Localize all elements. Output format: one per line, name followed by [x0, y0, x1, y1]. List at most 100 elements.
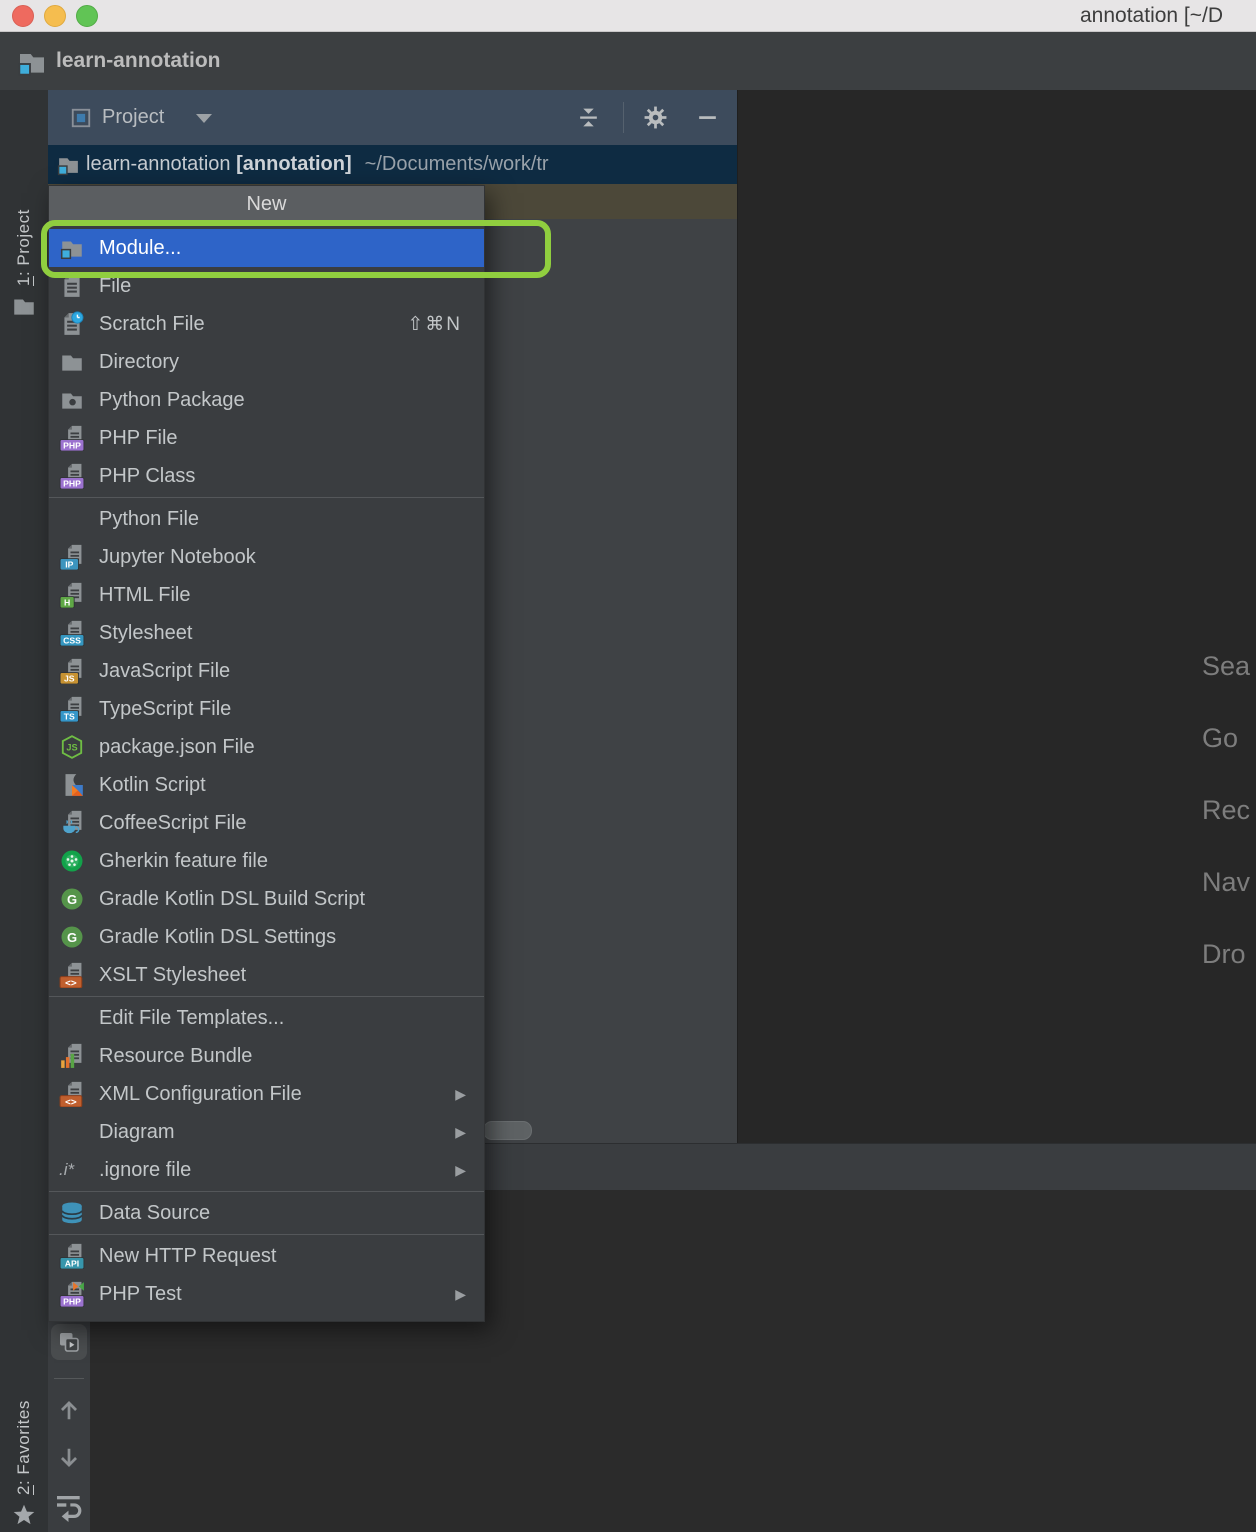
menu-item-gherkin-feature-file[interactable]: Gherkin feature file [49, 842, 484, 880]
menu-separator [49, 1191, 484, 1192]
no-icon [59, 1005, 85, 1031]
php-test-icon: PHP [59, 1281, 85, 1307]
ts-file-icon: TS [59, 696, 85, 722]
up-arrow-icon[interactable] [56, 1397, 82, 1423]
menu-item-data-source[interactable]: Data Source [49, 1194, 484, 1232]
close-button[interactable] [12, 5, 34, 27]
menu-item-label: PHP File [99, 427, 484, 450]
ignore-icon: .i* [59, 1157, 85, 1183]
menu-item-stylesheet[interactable]: CSSStylesheet [49, 614, 484, 652]
svg-text:CSS: CSS [63, 635, 81, 645]
menu-separator [49, 497, 484, 498]
project-view-icon [70, 107, 92, 129]
hide-panel-icon[interactable] [695, 105, 720, 130]
css-file-icon: CSS [59, 620, 85, 646]
collapse-all-icon[interactable] [576, 105, 601, 130]
package-json-icon: JS [59, 734, 85, 760]
preview-copy-button[interactable] [51, 1324, 87, 1360]
menu-item-python-file[interactable]: Python File [49, 500, 484, 538]
menu-item-label: TypeScript File [99, 698, 484, 721]
menu-item-file[interactable]: File [49, 267, 484, 305]
tree-row-label: learn-annotation [annotation]~/Documents… [86, 145, 549, 184]
menu-item-xslt-stylesheet[interactable]: <>XSLT Stylesheet [49, 956, 484, 994]
toolbar-divider [54, 1378, 84, 1379]
folder-icon[interactable] [11, 293, 37, 319]
svg-text:G: G [67, 892, 77, 907]
menu-item-edit-file-templates[interactable]: Edit File Templates... [49, 999, 484, 1037]
svg-text:PHP: PHP [63, 478, 81, 488]
svg-text:<>: <> [65, 1097, 77, 1107]
menu-separator [49, 996, 484, 997]
menu-item-php-class[interactable]: PHPPHP Class [49, 457, 484, 495]
down-arrow-icon[interactable] [56, 1445, 82, 1471]
menu-item-resource-bundle[interactable]: Resource Bundle [49, 1037, 484, 1075]
submenu-arrow-icon: ▶ [455, 1086, 466, 1103]
settings-icon[interactable] [643, 105, 668, 130]
scratch-file-icon [59, 311, 85, 337]
svg-text:JS: JS [66, 743, 77, 753]
menu-item-label: Python File [99, 508, 484, 531]
menu-item-label: JavaScript File [99, 660, 484, 683]
toolwindow-button-project[interactable]: 1: Project [0, 190, 48, 286]
menu-item-label: Diagram [99, 1121, 455, 1144]
module-icon [56, 152, 81, 177]
menu-item-label: .ignore file [99, 1159, 455, 1182]
menu-separator [49, 1234, 484, 1235]
svg-text:IP: IP [65, 559, 73, 569]
menu-item-label: Data Source [99, 1202, 484, 1225]
menu-item-ignore-file[interactable]: .i*.ignore file▶ [49, 1151, 484, 1189]
module-icon [16, 46, 48, 78]
menu-item-label: XML Configuration File [99, 1083, 455, 1106]
editor-shortcut-hint: Nav [1202, 867, 1250, 898]
menu-item-label: Kotlin Script [99, 774, 484, 797]
php-file-icon: PHP [59, 425, 85, 451]
svg-text:G: G [67, 930, 77, 945]
html-file-icon: H [59, 582, 85, 608]
project-name: learn-annotation [56, 32, 221, 90]
menu-item-new-http-request[interactable]: APINew HTTP Request [49, 1237, 484, 1275]
data-source-icon [59, 1200, 85, 1226]
toolwindow-button-favorites[interactable]: 2: Favorites [0, 1373, 48, 1495]
submenu-arrow-icon: ▶ [455, 1124, 466, 1141]
window-title: annotation [~/D [1080, 0, 1223, 31]
menu-item-label: Scratch File [99, 313, 407, 336]
ide-window: annotation [~/D learn-annotation 1: Proj… [0, 0, 1256, 1532]
menu-item-label: Resource Bundle [99, 1045, 484, 1068]
soft-wrap-icon[interactable] [53, 1490, 85, 1522]
menu-item-javascript-file[interactable]: JSJavaScript File [49, 652, 484, 690]
menu-item-gradle-kotlin-dsl-build-script[interactable]: GGradle Kotlin DSL Build Script [49, 880, 484, 918]
menu-item-xml-configuration-file[interactable]: <> XML Configuration File▶ [49, 1075, 484, 1113]
editor-shortcut-hint: Go [1202, 723, 1238, 754]
python-package-icon [59, 387, 85, 413]
menu-item-jupyter-notebook[interactable]: IPJupyter Notebook [49, 538, 484, 576]
menu-item-html-file[interactable]: H HTML File [49, 576, 484, 614]
svg-text:PHP: PHP [63, 1296, 81, 1306]
chevron-down-icon[interactable] [196, 114, 212, 123]
module-icon [59, 235, 85, 261]
menu-item-package-json-file[interactable]: JSpackage.json File [49, 728, 484, 766]
menu-item-php-file[interactable]: PHP PHP File [49, 419, 484, 457]
directory-icon [59, 349, 85, 375]
menu-item-python-package[interactable]: Python Package [49, 381, 484, 419]
xml-file-icon: <> [59, 1081, 85, 1107]
menu-item-php-test[interactable]: PHPPHP Test▶ [49, 1275, 484, 1313]
minimize-button[interactable] [44, 5, 66, 27]
menu-item-kotlin-script[interactable]: Kotlin Script [49, 766, 484, 804]
zoom-button[interactable] [76, 5, 98, 27]
menu-item-module[interactable]: Module... [49, 229, 484, 267]
menu-item-coffeescript-file[interactable]: CoffeeScript File [49, 804, 484, 842]
menu-item-label: HTML File [99, 584, 484, 607]
tree-row-selected[interactable]: learn-annotation [annotation]~/Documents… [48, 145, 737, 184]
menu-item-diagram[interactable]: Diagram▶ [49, 1113, 484, 1151]
project-panel-title[interactable]: Project [102, 90, 164, 145]
svg-text:PHP: PHP [63, 440, 81, 450]
horizontal-scrollbar-thumb[interactable] [483, 1121, 532, 1140]
star-icon[interactable] [11, 1502, 37, 1528]
submenu-arrow-icon: ▶ [455, 1286, 466, 1303]
menu-item-typescript-file[interactable]: TS TypeScript File [49, 690, 484, 728]
menu-item-directory[interactable]: Directory [49, 343, 484, 381]
gradle-icon: G [59, 886, 85, 912]
menu-item-gradle-kotlin-dsl-settings[interactable]: GGradle Kotlin DSL Settings [49, 918, 484, 956]
editor-shortcut-hint: Rec [1202, 795, 1250, 826]
menu-item-scratch-file[interactable]: Scratch File⇧⌘N [49, 305, 484, 343]
